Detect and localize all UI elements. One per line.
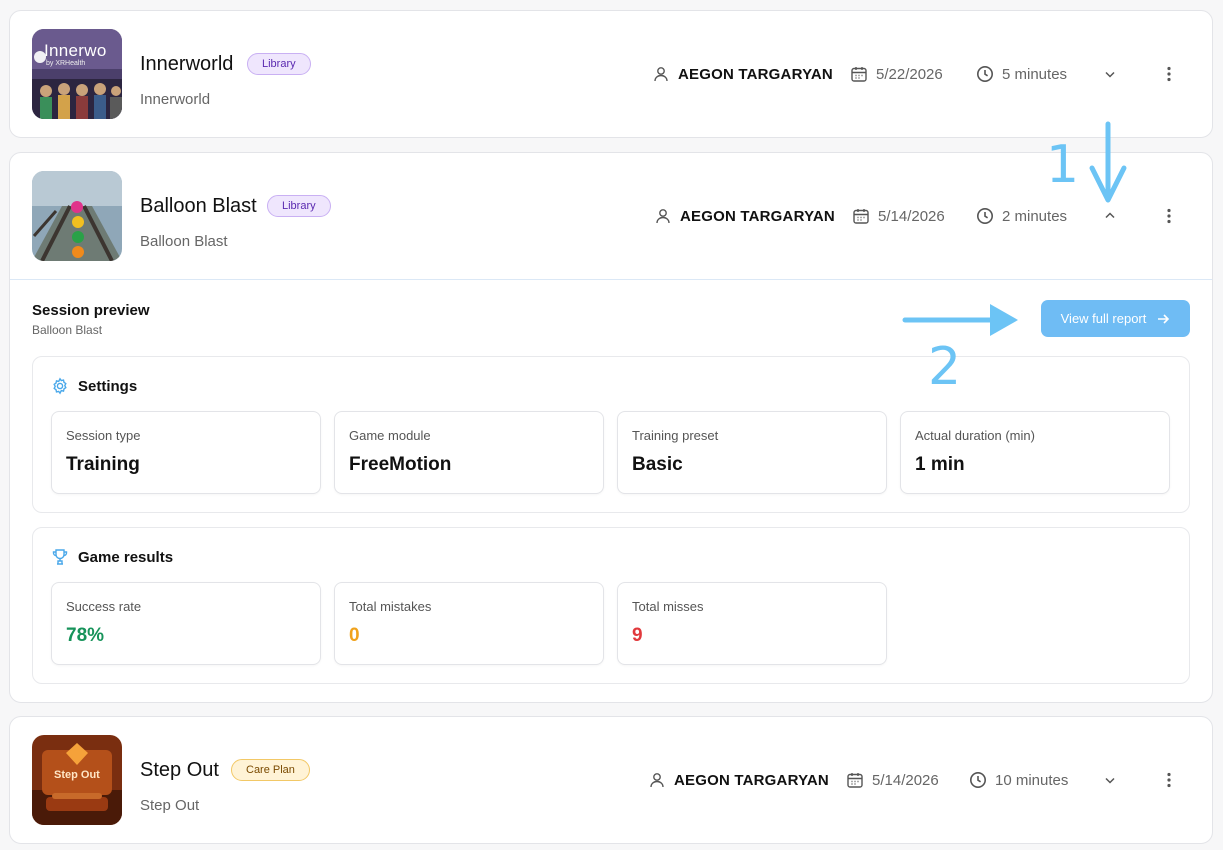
tile-label: Training preset <box>632 428 719 443</box>
session-preview-title: Session preview <box>32 302 150 319</box>
session-row[interactable]: Step Out Step Out Care Plan Step Out AEG… <box>10 717 1212 844</box>
date-text: 5/14/2026 <box>878 207 945 225</box>
duration-text: 10 minutes <box>995 771 1069 789</box>
session-date: 5/22/2026 <box>850 63 943 85</box>
arrow-right-icon <box>1156 312 1170 326</box>
trophy-icon <box>51 548 69 566</box>
settings-heading-text: Settings <box>78 377 138 395</box>
tile-label: Game module <box>349 428 431 443</box>
settings-panel: Settings Session type Training Game modu… <box>32 356 1190 513</box>
session-card-step-out[interactable]: Step Out Step Out Care Plan Step Out AEG… <box>9 716 1213 844</box>
session-title: Innerworld <box>140 53 234 75</box>
more-options-icon[interactable] <box>1160 771 1178 789</box>
game-results-heading: Game results <box>51 548 173 566</box>
balloon-blast-thumbnail <box>32 171 122 261</box>
session-title: Balloon Blast <box>140 195 257 217</box>
care-plan-badge: Care Plan <box>231 759 310 781</box>
total-mistakes-tile: Total mistakes 0 <box>334 582 604 665</box>
session-user: AEGON TARGARYAN <box>648 769 829 791</box>
tile-label: Session type <box>66 428 141 443</box>
chevron-down-icon[interactable] <box>1101 65 1119 83</box>
tile-label: Actual duration (min) <box>915 428 1035 443</box>
session-user: AEGON TARGARYAN <box>652 63 833 85</box>
tile-label: Total misses <box>632 599 704 614</box>
library-badge: Library <box>247 53 311 75</box>
success-rate-tile: Success rate 78% <box>51 582 321 665</box>
tile-value: Basic <box>632 454 683 475</box>
tile-value: 9 <box>632 625 643 646</box>
more-options-icon[interactable] <box>1160 65 1178 83</box>
session-duration: 10 minutes <box>969 769 1068 791</box>
session-title: Step Out <box>140 759 219 781</box>
game-results-panel: Game results Success rate 78% Total mist… <box>32 527 1190 684</box>
session-row[interactable]: Balloon Blast Library Balloon Blast AEGO… <box>10 153 1212 280</box>
date-text: 5/14/2026 <box>872 771 939 789</box>
session-duration: 2 minutes <box>976 205 1067 227</box>
session-preview-subtitle: Balloon Blast <box>32 323 103 337</box>
session-subtitle: Balloon Blast <box>140 233 228 250</box>
gear-icon <box>51 377 69 395</box>
user-name: AEGON TARGARYAN <box>680 207 835 225</box>
innerworld-thumb-title: Innerwo <box>44 41 107 60</box>
user-name: AEGON TARGARYAN <box>674 771 829 789</box>
step-out-thumbnail: Step Out <box>32 735 122 825</box>
tile-value: 1 min <box>915 454 965 475</box>
session-row[interactable]: Innerwo by XRHealth Innerworld Library I… <box>10 11 1212 138</box>
clock-icon <box>976 65 994 83</box>
chevron-down-icon[interactable] <box>1101 771 1119 789</box>
session-date: 5/14/2026 <box>846 769 939 791</box>
tile-label: Success rate <box>66 599 142 614</box>
calendar-icon <box>846 771 864 789</box>
duration-text: 2 minutes <box>1002 207 1068 225</box>
settings-heading: Settings <box>51 377 137 395</box>
session-type-tile: Session type Training <box>51 411 321 494</box>
training-preset-tile: Training preset Basic <box>617 411 887 494</box>
tile-value: 0 <box>349 625 360 646</box>
library-badge: Library <box>267 195 331 217</box>
user-icon <box>648 771 666 789</box>
tile-label: Total mistakes <box>349 599 432 614</box>
clock-icon <box>976 207 994 225</box>
session-card-balloon-blast[interactable]: Balloon Blast Library Balloon Blast AEGO… <box>9 152 1213 703</box>
session-duration: 5 minutes <box>976 63 1067 85</box>
session-subtitle: Step Out <box>140 797 200 814</box>
duration-text: 5 minutes <box>1002 65 1068 83</box>
user-icon <box>652 65 670 83</box>
session-user: AEGON TARGARYAN <box>654 205 835 227</box>
date-text: 5/22/2026 <box>876 65 943 83</box>
user-name: AEGON TARGARYAN <box>678 65 833 83</box>
total-misses-tile: Total misses 9 <box>617 582 887 665</box>
session-date: 5/14/2026 <box>852 205 945 227</box>
tile-value: Training <box>66 454 140 475</box>
chevron-up-icon[interactable] <box>1101 207 1119 225</box>
innerworld-thumbnail: Innerwo by XRHealth <box>32 29 122 119</box>
clock-icon <box>969 771 987 789</box>
calendar-icon <box>850 65 868 83</box>
more-options-icon[interactable] <box>1160 207 1178 225</box>
actual-duration-tile: Actual duration (min) 1 min <box>900 411 1170 494</box>
game-module-tile: Game module FreeMotion <box>334 411 604 494</box>
tile-value: 78% <box>66 625 105 646</box>
game-results-heading-text: Game results <box>78 548 174 566</box>
session-card-innerworld[interactable]: Innerwo by XRHealth Innerworld Library I… <box>9 10 1213 138</box>
innerworld-thumb-sub: by XRHealth <box>46 60 86 67</box>
calendar-icon <box>852 207 870 225</box>
user-icon <box>654 207 672 225</box>
view-full-report-label: View full report <box>1060 311 1147 326</box>
session-subtitle: Innerworld <box>140 91 211 108</box>
tile-value: FreeMotion <box>349 454 452 475</box>
view-full-report-button[interactable]: View full report <box>1041 300 1190 337</box>
step-out-thumb-title: Step Out <box>54 769 100 781</box>
